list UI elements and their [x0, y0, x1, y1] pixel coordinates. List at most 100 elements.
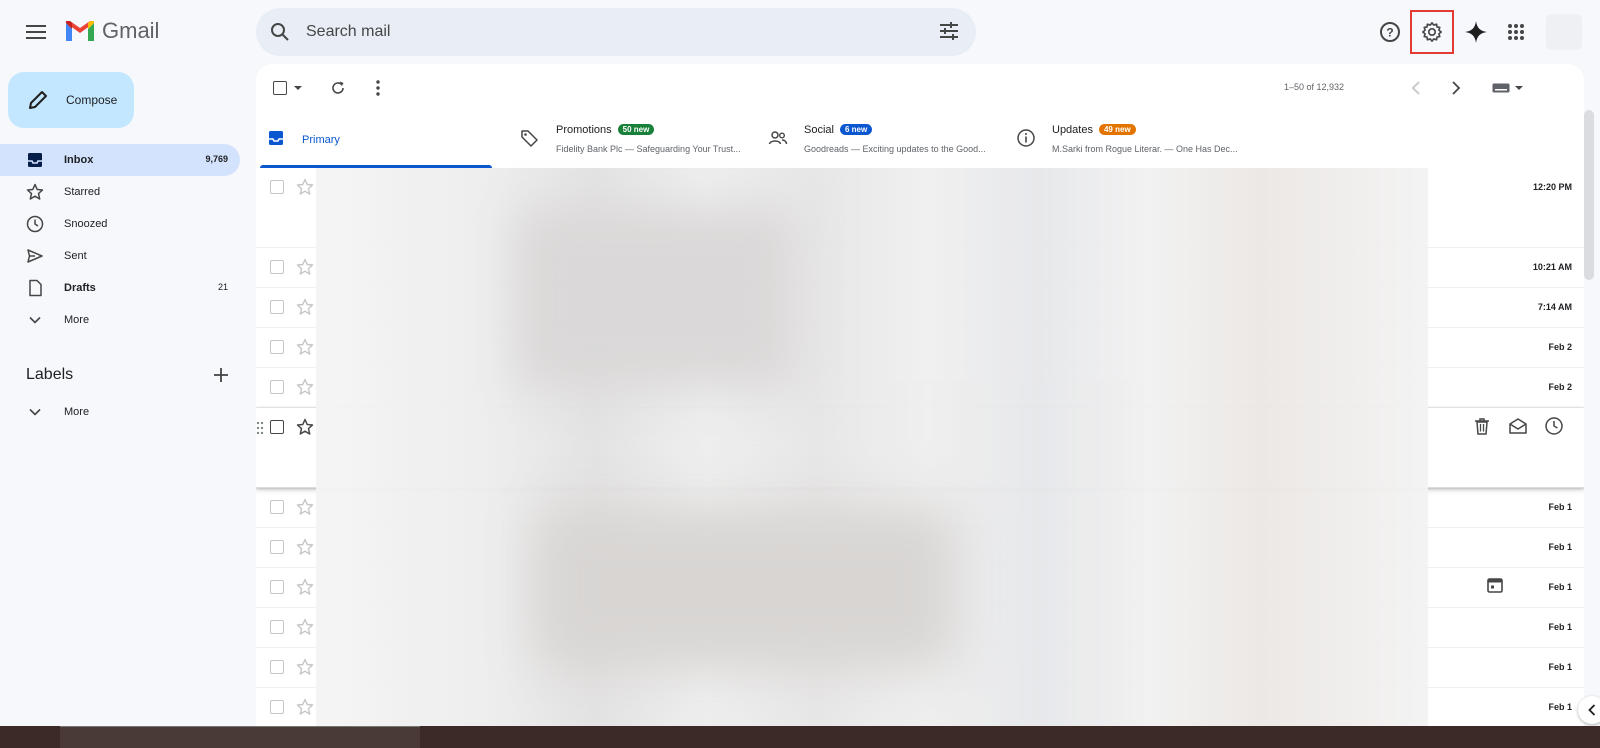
star-icon — [26, 183, 44, 200]
add-label-icon[interactable] — [212, 366, 230, 384]
sidebar-item-label: More — [64, 314, 90, 326]
tab-snippet: M.Sarki from Rogue Literar. — One Has De… — [1052, 144, 1238, 154]
row-checkbox[interactable] — [270, 660, 284, 674]
tab-snippet: Goodreads — Exciting updates to the Good… — [804, 144, 986, 154]
new-count-badge: 49 new — [1098, 124, 1136, 135]
email-date: 10:21 AM — [1532, 262, 1572, 272]
sidebar-item-starred[interactable]: Starred — [0, 176, 240, 208]
email-date: 7:14 AM — [1537, 302, 1572, 312]
sidebar-item-label: Snoozed — [64, 218, 108, 230]
tab-snippet: Fidelity Bank Plc — Safeguarding Your Tr… — [556, 144, 741, 154]
row-hover-actions — [1472, 416, 1564, 436]
row-checkbox[interactable] — [270, 620, 284, 634]
star-icon[interactable] — [296, 378, 314, 396]
sidebar-item-inbox[interactable]: Inbox 9,769 — [0, 144, 240, 176]
star-icon[interactable] — [296, 338, 314, 356]
star-icon[interactable] — [296, 418, 314, 436]
star-icon[interactable] — [296, 538, 314, 556]
settings-button[interactable] — [1410, 10, 1454, 54]
row-checkbox[interactable] — [270, 180, 284, 194]
star-icon[interactable] — [296, 498, 314, 516]
taskbar-window[interactable] — [60, 726, 420, 748]
sidebar-item-more[interactable]: More — [0, 304, 240, 336]
side-panel-toggle[interactable] — [1578, 696, 1600, 724]
star-icon[interactable] — [296, 658, 314, 676]
email-date: Feb 1 — [1548, 622, 1572, 632]
more-vert-icon — [376, 80, 380, 96]
info-icon — [1017, 129, 1035, 147]
row-checkbox[interactable] — [270, 500, 284, 514]
email-date: Feb 2 — [1548, 382, 1572, 392]
refresh-button[interactable] — [326, 76, 350, 100]
email-date: Feb 1 — [1548, 702, 1572, 712]
labels-more-label: More — [64, 406, 90, 418]
caret-down-icon — [294, 86, 302, 90]
email-date: Feb 1 — [1548, 662, 1572, 672]
compose-button[interactable]: Compose — [8, 72, 134, 128]
star-icon[interactable] — [296, 258, 314, 276]
tab-social[interactable]: Social 6 new Goodreads — Exciting updates… — [758, 112, 994, 168]
snooze-icon[interactable] — [1544, 416, 1564, 436]
os-taskbar — [0, 726, 1600, 748]
select-all-checkbox[interactable] — [268, 76, 308, 100]
star-icon[interactable] — [296, 698, 314, 716]
calendar-icon — [1487, 578, 1503, 593]
row-checkbox[interactable] — [270, 380, 284, 394]
pagination-text: 1–50 of 12,932 — [1283, 82, 1344, 92]
sidebar-item-sent[interactable]: Sent — [0, 240, 240, 272]
sidebar-item-snoozed[interactable]: Snoozed — [0, 208, 240, 240]
chevron-left-icon — [1411, 81, 1420, 95]
more-actions-button[interactable] — [366, 76, 390, 100]
row-checkbox[interactable] — [270, 580, 284, 594]
main-menu-button[interactable] — [20, 16, 52, 48]
sidebar-item-drafts[interactable]: Drafts 21 — [0, 272, 240, 304]
star-icon[interactable] — [296, 178, 314, 196]
email-date: Feb 1 — [1548, 582, 1572, 592]
unread-count: 9,769 — [205, 154, 228, 164]
search-icon[interactable] — [268, 20, 292, 44]
tab-updates[interactable]: Updates 49 new M.Sarki from Rogue Literar… — [1006, 112, 1242, 168]
row-checkbox[interactable] — [270, 300, 284, 314]
sidebar-item-label: Drafts — [64, 282, 96, 294]
star-icon[interactable] — [296, 298, 314, 316]
input-tools-button[interactable] — [1488, 76, 1528, 100]
mail-list-panel: 1–50 of 12,932 Primary Promotions 50 new … — [256, 64, 1584, 726]
labels-more[interactable]: More — [0, 396, 240, 428]
gmail-logo[interactable]: Gmail — [64, 18, 159, 44]
older-button[interactable] — [1444, 76, 1468, 100]
search-input[interactable] — [306, 23, 906, 41]
star-icon[interactable] — [296, 618, 314, 636]
search-bar — [256, 8, 976, 56]
caret-down-icon — [1515, 86, 1523, 90]
drag-handle-icon[interactable] — [256, 420, 264, 436]
chevron-right-icon — [1452, 81, 1461, 95]
search-options-icon[interactable] — [938, 20, 960, 42]
row-checkbox[interactable] — [270, 420, 284, 434]
tab-promotions[interactable]: Promotions 50 new Fidelity Bank Plc — Saf… — [510, 112, 746, 168]
gemini-button[interactable] — [1456, 12, 1496, 52]
apps-button[interactable] — [1496, 12, 1536, 52]
draft-icon — [29, 279, 42, 297]
account-avatar[interactable] — [1546, 14, 1582, 50]
category-tabs: Primary Promotions 50 new Fidelity Bank P… — [256, 112, 1584, 168]
svg-text:?: ? — [1386, 26, 1393, 40]
tab-label: Updates — [1052, 124, 1093, 136]
sidebar-item-label: Sent — [64, 250, 87, 262]
sidebar-item-label: Inbox — [64, 154, 94, 166]
mark-read-icon[interactable] — [1508, 416, 1528, 436]
chevron-down-icon — [29, 316, 41, 324]
chevron-down-icon — [29, 408, 41, 416]
tab-label: Promotions — [556, 124, 612, 136]
star-icon[interactable] — [296, 578, 314, 596]
delete-icon[interactable] — [1472, 416, 1492, 436]
pencil-icon — [29, 91, 47, 109]
newer-button[interactable] — [1404, 76, 1428, 100]
row-checkbox[interactable] — [270, 340, 284, 354]
row-checkbox[interactable] — [270, 700, 284, 714]
row-checkbox[interactable] — [270, 540, 284, 554]
tab-primary[interactable]: Primary — [256, 112, 492, 168]
mail-list-scrollbar[interactable] — [1584, 110, 1594, 280]
row-checkbox[interactable] — [270, 260, 284, 274]
list-toolbar: 1–50 of 12,932 — [256, 64, 1584, 112]
help-button[interactable]: ? — [1370, 12, 1410, 52]
